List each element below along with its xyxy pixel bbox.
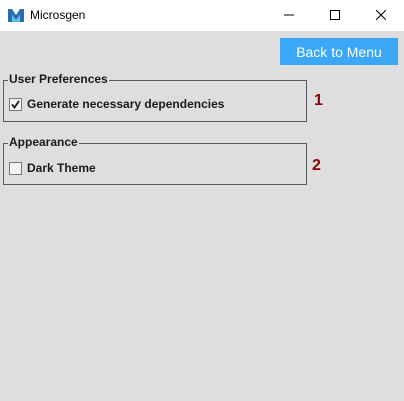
maximize-button[interactable] bbox=[312, 0, 358, 31]
microsgen-logo-icon bbox=[7, 7, 25, 23]
dark-theme-label: Dark Theme bbox=[27, 161, 96, 175]
back-to-menu-button[interactable]: Back to Menu bbox=[280, 38, 398, 65]
minimize-icon bbox=[284, 7, 294, 25]
user-preferences-title: User Preferences bbox=[8, 72, 109, 86]
close-button[interactable] bbox=[358, 0, 404, 31]
appearance-group: Appearance Dark Theme bbox=[3, 135, 307, 185]
title-bar: Microsgen bbox=[0, 0, 404, 31]
generate-dependencies-checkbox[interactable] bbox=[9, 97, 22, 111]
user-preferences-group: User Preferences Generate necessary depe… bbox=[3, 72, 307, 122]
annotation-marker-2: 2 bbox=[312, 157, 321, 174]
window-title: Microsgen bbox=[30, 8, 86, 22]
close-icon bbox=[375, 7, 387, 25]
dark-theme-option[interactable]: Dark Theme bbox=[9, 161, 96, 175]
generate-dependencies-option[interactable]: Generate necessary dependencies bbox=[9, 97, 224, 111]
minimize-button[interactable] bbox=[266, 0, 312, 31]
appearance-title: Appearance bbox=[8, 135, 79, 149]
generate-dependencies-label: Generate necessary dependencies bbox=[27, 97, 225, 111]
annotation-marker-1: 1 bbox=[314, 92, 323, 109]
maximize-icon bbox=[330, 7, 340, 25]
dark-theme-checkbox[interactable] bbox=[9, 161, 22, 175]
